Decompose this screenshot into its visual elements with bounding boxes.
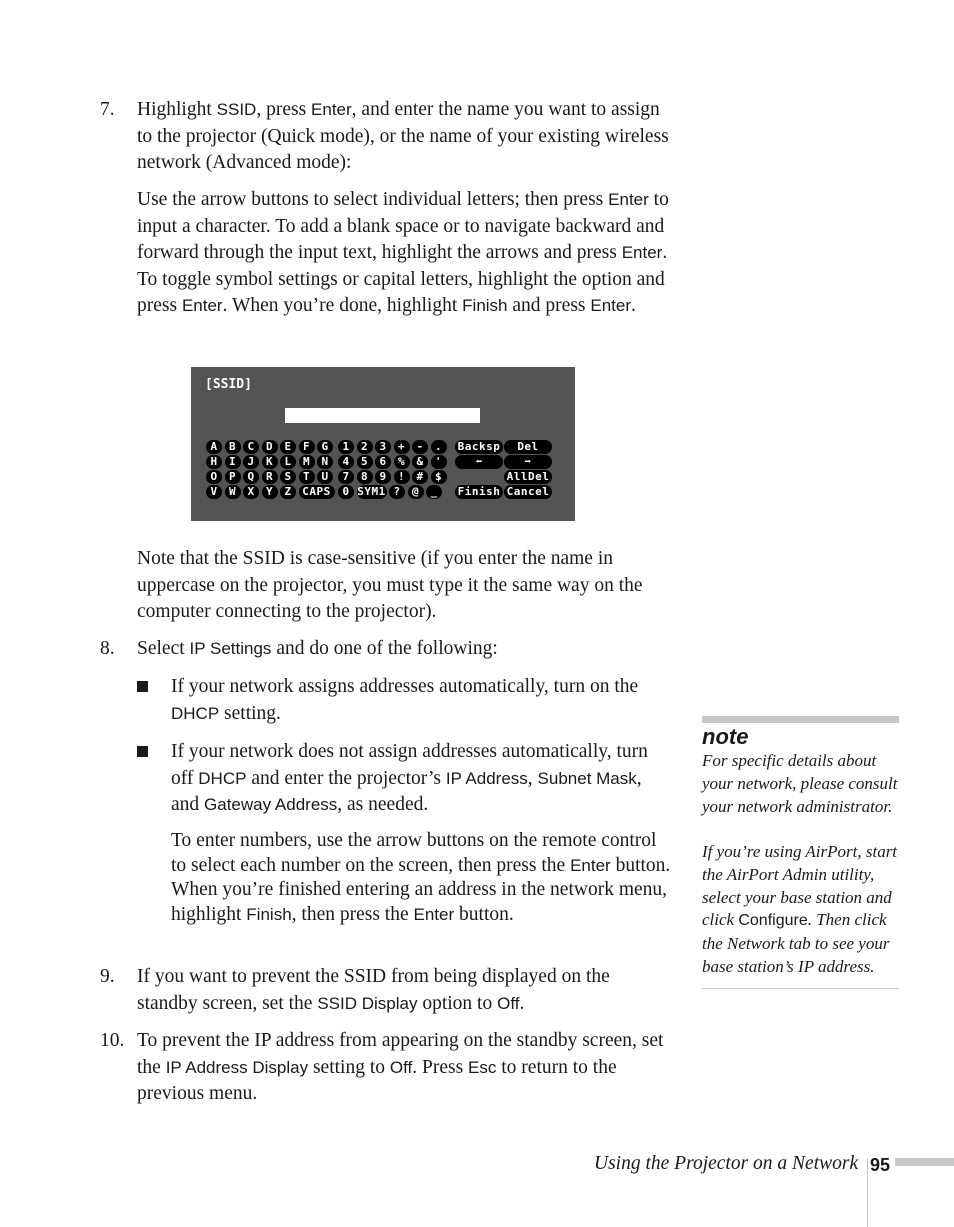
step-number: 9. — [100, 966, 115, 987]
backspace-key[interactable]: Backsp — [455, 440, 503, 454]
key-g[interactable]: G — [317, 440, 333, 454]
step-7-instructions: Use the arrow buttons to select individu… — [137, 189, 669, 316]
key-symbol[interactable]: + — [393, 440, 410, 454]
ssid-input-field[interactable] — [285, 408, 480, 423]
page-number: 95 — [870, 1155, 891, 1175]
note-top-bar — [702, 716, 899, 723]
key-j[interactable]: J — [243, 455, 259, 469]
note-heading: note — [702, 724, 749, 749]
key-symbol[interactable]: _ — [426, 485, 442, 499]
key-symbol[interactable]: 4 — [338, 455, 354, 469]
key-y[interactable]: Y — [261, 485, 278, 499]
note-bottom-rule — [702, 988, 899, 989]
key-symbol[interactable]: 5 — [356, 455, 373, 469]
key-symbol[interactable]: - — [412, 440, 428, 454]
key-symbol[interactable]: . — [430, 440, 447, 454]
bullet-dhcp-off: If your network does not assign addresse… — [137, 739, 672, 819]
note-paragraph-2: If you’re using AirPort, start the AirPo… — [702, 842, 898, 976]
key-symbol[interactable]: & — [412, 455, 428, 469]
footer-bar — [895, 1158, 954, 1166]
footer-chapter-title: Using the Projector on a Network — [594, 1153, 859, 1174]
step-8-text: Select IP Settings and do one of the fol… — [137, 638, 498, 659]
key-l[interactable]: L — [280, 455, 296, 469]
key-symbol[interactable]: ! — [393, 470, 410, 484]
key-b[interactable]: B — [224, 440, 241, 454]
bullet-icon — [137, 746, 148, 757]
key-symbol[interactable]: $ — [430, 470, 447, 484]
key-h[interactable]: H — [206, 455, 222, 469]
step-8: 8. Select IP Settings and do one of the … — [100, 636, 670, 663]
step-9: 9. If you want to prevent the SSID from … — [100, 966, 610, 1014]
key-symbol[interactable]: ? — [389, 485, 405, 499]
key-f[interactable]: F — [298, 440, 315, 454]
key-symbol[interactable]: # — [412, 470, 428, 484]
key-p[interactable]: P — [224, 470, 241, 484]
key-symbol[interactable]: % — [393, 455, 410, 469]
key-symbol[interactable]: @ — [407, 485, 424, 499]
key-caps[interactable]: CAPS — [298, 485, 335, 499]
key-k[interactable]: K — [261, 455, 278, 469]
bullet-dhcp-on: If your network assigns addresses automa… — [137, 674, 672, 727]
cancel-key[interactable]: Cancel — [504, 485, 552, 499]
step-number: 8. — [100, 638, 115, 659]
case-sensitive-note: Note that the SSID is case-sensitive (if… — [137, 548, 643, 622]
key-d[interactable]: D — [261, 440, 278, 454]
key-e[interactable]: E — [280, 440, 296, 454]
key-symbol[interactable]: 3 — [375, 440, 391, 454]
key-symbol[interactable]: 8 — [356, 470, 373, 484]
step-7: 7. Highlight SSID, press Enter, and ente… — [100, 97, 670, 177]
key-t[interactable]: T — [298, 470, 315, 484]
step-7-text: Highlight SSID, press Enter, and enter t… — [137, 99, 669, 173]
key-c[interactable]: C — [243, 440, 259, 454]
key-u[interactable]: U — [317, 470, 333, 484]
key-symbol[interactable]: 2 — [356, 440, 373, 454]
footer-rule — [867, 1158, 868, 1227]
key-symbol[interactable]: 6 — [375, 455, 391, 469]
key-symbol[interactable]: ' — [430, 455, 447, 469]
key-q[interactable]: Q — [243, 470, 259, 484]
note-paragraph-1: For specific details about your network,… — [702, 751, 898, 816]
finish-key[interactable]: Finish — [455, 485, 503, 499]
key-a[interactable]: A — [206, 440, 222, 454]
key-z[interactable]: Z — [280, 485, 296, 499]
delete-key[interactable]: Del — [504, 440, 552, 454]
screen-title: [SSID] — [205, 377, 252, 392]
key-w[interactable]: W — [224, 485, 241, 499]
key-o[interactable]: O — [206, 470, 222, 484]
step-10: 10. To prevent the IP address from appea… — [100, 1030, 664, 1104]
key-i[interactable]: I — [224, 455, 241, 469]
step-number: 10. — [100, 1030, 125, 1051]
key-v[interactable]: V — [206, 485, 222, 499]
key-n[interactable]: N — [317, 455, 333, 469]
key-x[interactable]: X — [243, 485, 259, 499]
key-m[interactable]: M — [298, 455, 315, 469]
key-symbol[interactable]: 1 — [338, 440, 354, 454]
left-arrow-key[interactable]: ⬅ — [455, 455, 503, 469]
number-entry-instructions: To enter numbers, use the arrow buttons … — [171, 830, 671, 925]
key-s[interactable]: S — [280, 470, 296, 484]
right-arrow-key[interactable]: ➡ — [504, 455, 552, 469]
bullet-icon — [137, 681, 148, 692]
key-symbol[interactable]: SYM1 — [356, 485, 387, 499]
key-symbol[interactable]: 0 — [338, 485, 354, 499]
step-number: 7. — [100, 99, 115, 120]
ssid-input-screen: [SSID] A B C D E F G H I J K L M N O P Q R S T U V W X Y Z CAPS 1 2 3… — [191, 367, 575, 521]
key-r[interactable]: R — [261, 470, 278, 484]
key-symbol[interactable]: 7 — [338, 470, 354, 484]
key-symbol[interactable]: 9 — [375, 470, 391, 484]
all-delete-key[interactable]: AllDel — [504, 470, 552, 484]
